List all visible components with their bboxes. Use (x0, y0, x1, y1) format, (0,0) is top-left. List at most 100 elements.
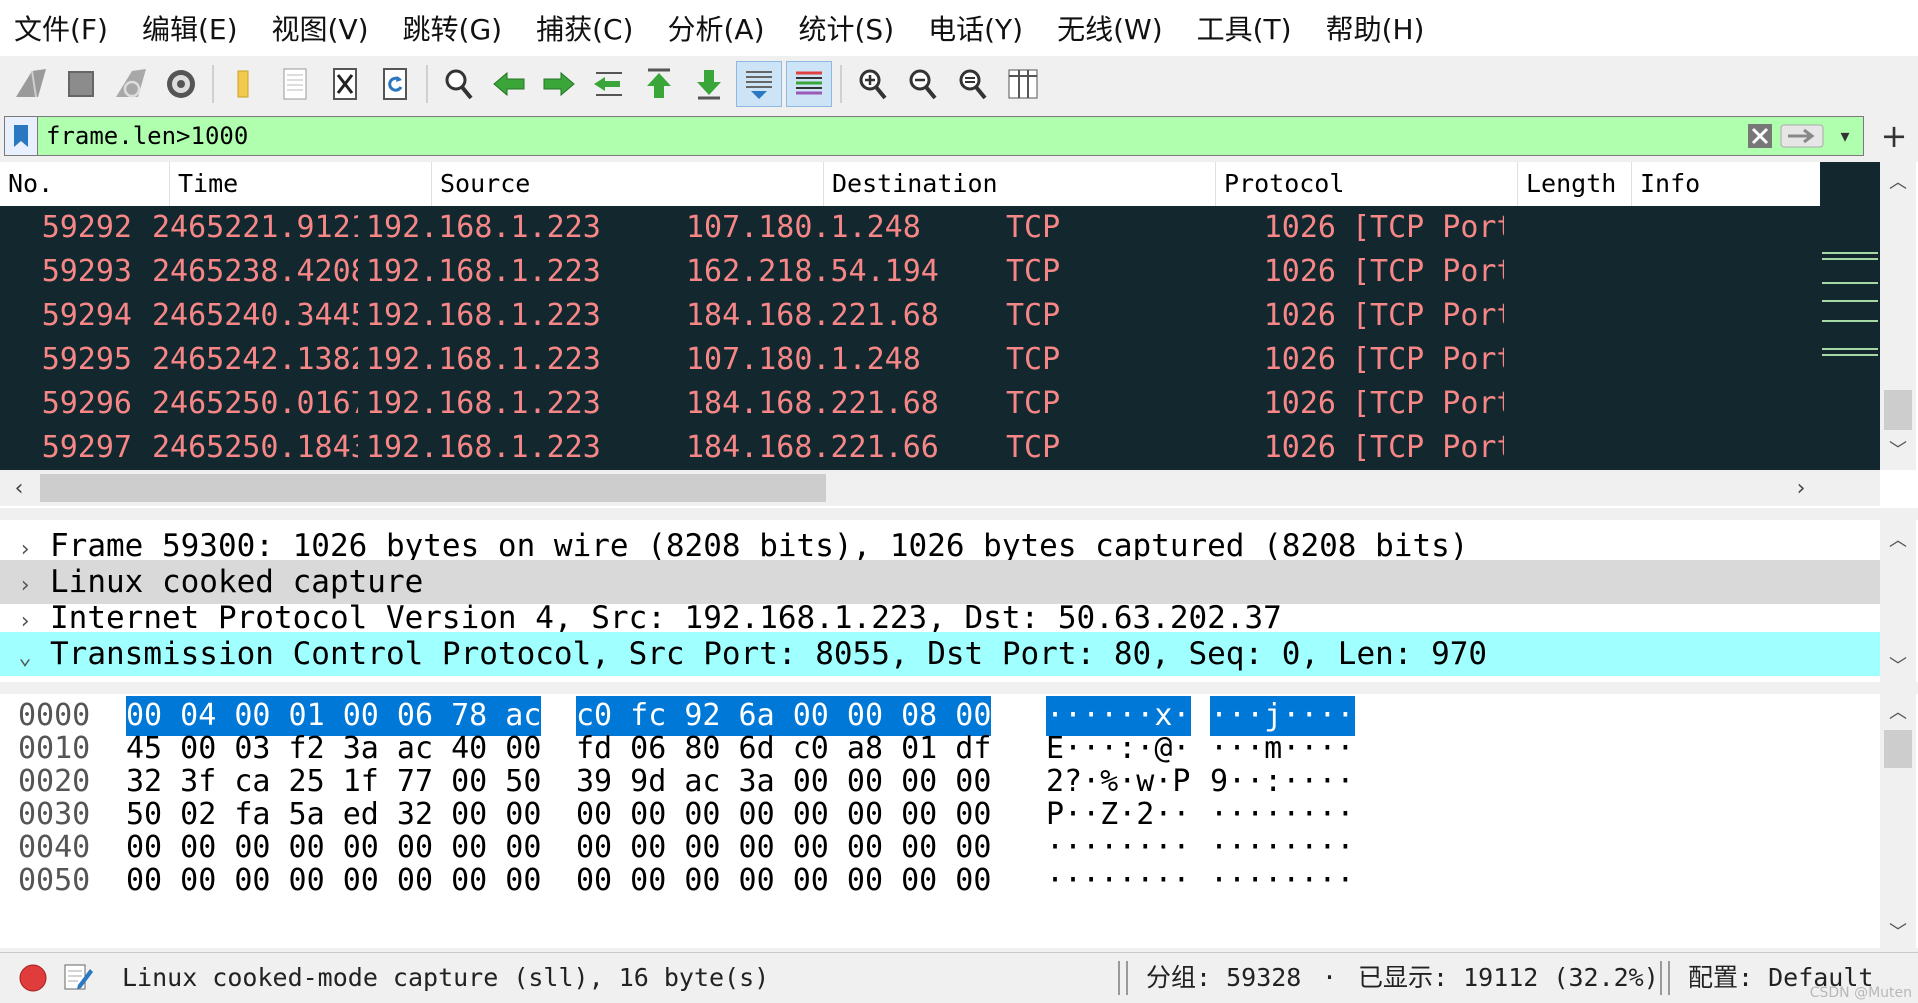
toolbar-separator (426, 65, 428, 103)
detail-tree-row[interactable]: ⌄ Transmission Control Protocol, Src Port… (0, 632, 1880, 676)
reload-file-button[interactable] (372, 61, 418, 107)
go-back-button[interactable] (486, 61, 532, 107)
stop-capture-button[interactable] (58, 61, 104, 107)
cell-protocol: TCP (1006, 298, 1061, 333)
packet-list-rows: 592922465221.9121…192.168.1.223107.180.1… (0, 206, 1820, 470)
colorize-button[interactable] (786, 61, 832, 107)
menu-item[interactable]: 文件(F) (0, 8, 125, 48)
menu-item[interactable]: 编辑(E) (125, 8, 255, 48)
menu-item[interactable]: 视图(V) (255, 8, 386, 48)
scroll-down-icon[interactable]: ﹀ (1880, 916, 1916, 946)
cell-info: [TCP Port (1352, 430, 1504, 465)
packet-list-hscroll[interactable]: ‹ › (0, 470, 1880, 506)
start-capture-button[interactable] (8, 61, 54, 107)
status-bar: Linux cooked-mode capture (sll), 16 byte… (0, 952, 1918, 1003)
column-header-no[interactable]: No. (0, 162, 170, 206)
packet-row[interactable]: 59292 2465221.9121…192.168.1.223 107.180.1… (0, 206, 1820, 250)
go-forward-button[interactable] (536, 61, 582, 107)
cell-info: [TCP Port (1352, 210, 1504, 245)
save-file-button[interactable] (272, 61, 318, 107)
display-filter-bar: ▾ (4, 116, 1864, 156)
scroll-down-icon[interactable]: ﹀ (1880, 650, 1916, 680)
packet-row[interactable]: 59293 2465238.4208…192.168.1.223 162.218.5… (0, 250, 1820, 294)
packet-row[interactable]: 59296 2465250.0167…192.168.1.223 184.168.2… (0, 382, 1820, 426)
last-packet-icon (697, 70, 721, 100)
zoom-in-button[interactable] (850, 61, 896, 107)
menu-item[interactable]: 帮助(H) (1309, 8, 1442, 48)
zoom-out-button[interactable] (900, 61, 946, 107)
cell-protocol: TCP (1006, 342, 1061, 377)
open-file-button[interactable] (222, 61, 268, 107)
scroll-up-icon[interactable]: ︿ (1880, 166, 1916, 196)
scroll-up-icon[interactable]: ︿ (1880, 524, 1916, 554)
scrollbar-thumb[interactable] (40, 474, 826, 502)
menu-item[interactable]: 统计(S) (782, 8, 912, 48)
scroll-up-icon[interactable]: ︿ (1880, 696, 1916, 726)
cell-no: 59292 (41, 210, 132, 245)
scroll-down-icon[interactable]: ﹀ (1880, 434, 1916, 464)
menu-item[interactable]: 工具(T) (1180, 8, 1309, 48)
cell-destination: 162.218.54.194 (686, 254, 939, 289)
packet-row[interactable]: 59297 2465250.1843…192.168.1.223 184.168.2… (0, 426, 1820, 470)
capture-comment-button[interactable] (62, 961, 94, 993)
cell-no: 59294 (41, 298, 132, 333)
filter-bookmark-button[interactable] (5, 117, 38, 155)
scroll-left-icon[interactable]: ‹ (4, 470, 34, 506)
column-header-info[interactable]: Info (1632, 162, 1820, 206)
search-icon (445, 69, 473, 100)
go-to-packet-button[interactable] (586, 61, 632, 107)
close-file-button[interactable] (322, 61, 368, 107)
filter-history-dropdown[interactable]: ▾ (1827, 119, 1863, 153)
cell-length: 1026 (1263, 430, 1336, 465)
display-filter-input[interactable] (38, 117, 1743, 155)
last-packet-button[interactable] (686, 61, 732, 107)
column-header-destination[interactable]: Destination (824, 162, 1216, 206)
zoom-normal-button[interactable] (950, 61, 996, 107)
column-header-length[interactable]: Length (1518, 162, 1632, 206)
hex-bytes[interactable]: 00 00 00 00 00 00 00 00 (126, 861, 541, 901)
first-packet-button[interactable] (636, 61, 682, 107)
autoscroll-button[interactable] (736, 61, 782, 107)
menu-item[interactable]: 跳转(G) (386, 8, 520, 48)
filter-apply-button[interactable] (1777, 119, 1827, 153)
packet-row[interactable]: 59294 2465240.3445…192.168.1.223 184.168.2… (0, 294, 1820, 338)
cell-source: 192.168.1.223 (366, 254, 601, 289)
cell-length: 1026 (1263, 210, 1336, 245)
menu-item[interactable]: 电话(Y) (911, 8, 1040, 48)
resize-columns-button[interactable] (1000, 61, 1046, 107)
arrow-forward-icon (543, 71, 575, 97)
column-header-time[interactable]: Time (170, 162, 432, 206)
cell-source: 192.168.1.223 (366, 342, 601, 377)
add-filter-button[interactable]: + (1874, 116, 1914, 156)
bytes-vscroll[interactable]: ︿ ﹀ (1880, 694, 1916, 948)
details-vscroll[interactable]: ︿ ﹀ (1880, 520, 1916, 682)
goto-packet-icon (594, 72, 622, 96)
scrollbar-thumb[interactable] (1884, 730, 1912, 768)
packet-minimap[interactable] (1820, 162, 1880, 470)
find-packet-button[interactable] (436, 61, 482, 107)
hex-bytes[interactable]: 00 00 00 00 00 00 00 00 (576, 861, 991, 901)
packet-row[interactable]: 59295 2465242.1382…192.168.1.223 107.180.1… (0, 338, 1820, 382)
column-header-source[interactable]: Source (432, 162, 824, 206)
cell-source: 192.168.1.223 (366, 430, 601, 465)
capture-options-button[interactable] (158, 61, 204, 107)
cell-time: 2465238.4208… (152, 254, 358, 289)
reload-icon (383, 68, 407, 100)
restart-capture-button[interactable] (108, 61, 154, 107)
packet-list-vscroll[interactable]: ︿ ﹀ (1880, 162, 1916, 470)
arrow-back-icon (493, 71, 525, 97)
menu-item[interactable]: 捕获(C) (519, 8, 650, 48)
menu-item[interactable]: 无线(W) (1040, 8, 1180, 48)
packet-list-pane: No. Time Source Destination Protocol Len… (0, 162, 1918, 508)
cell-destination: 184.168.221.68 (686, 298, 939, 333)
ascii-bytes[interactable]: ········ (1046, 861, 1191, 901)
column-header-protocol[interactable]: Protocol (1216, 162, 1518, 206)
cell-protocol: TCP (1006, 430, 1061, 465)
chevron-down-icon[interactable]: ⌄ (0, 636, 50, 680)
ascii-bytes[interactable]: ········ (1210, 861, 1355, 901)
menu-item[interactable]: 分析(A) (650, 8, 781, 48)
filter-clear-button[interactable] (1743, 119, 1777, 153)
expert-info-indicator[interactable] (18, 963, 48, 993)
scrollbar-thumb[interactable] (1884, 390, 1912, 430)
scroll-right-icon[interactable]: › (1786, 470, 1816, 506)
